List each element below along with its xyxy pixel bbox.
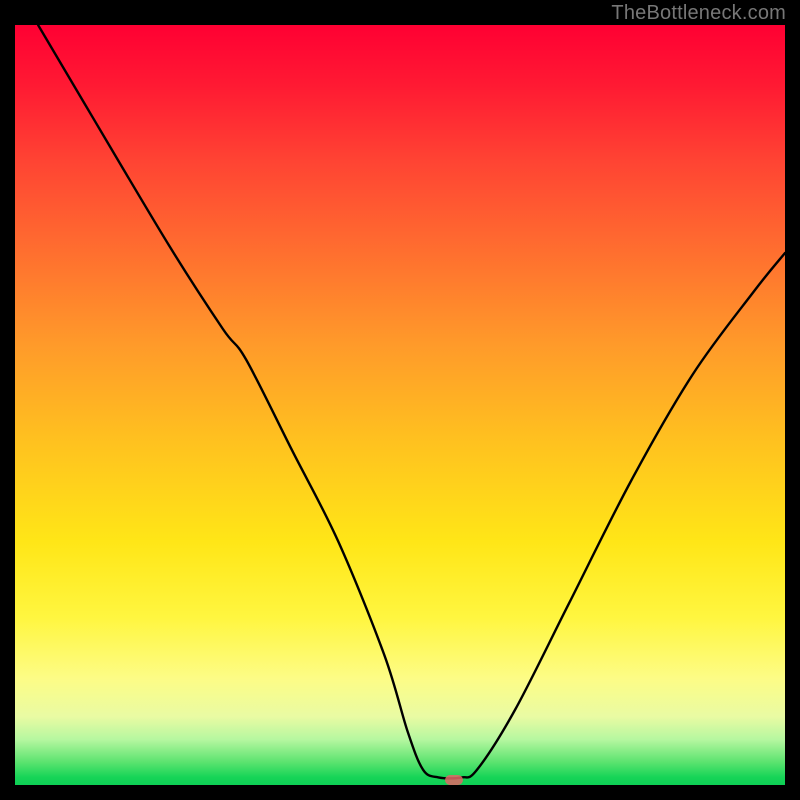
- optimal-marker: [445, 775, 463, 785]
- watermark-text: TheBottleneck.com: [611, 2, 786, 25]
- chart-stage: TheBottleneck.com: [0, 0, 800, 800]
- plot-area: [15, 25, 785, 785]
- bottleneck-curve: [15, 25, 785, 785]
